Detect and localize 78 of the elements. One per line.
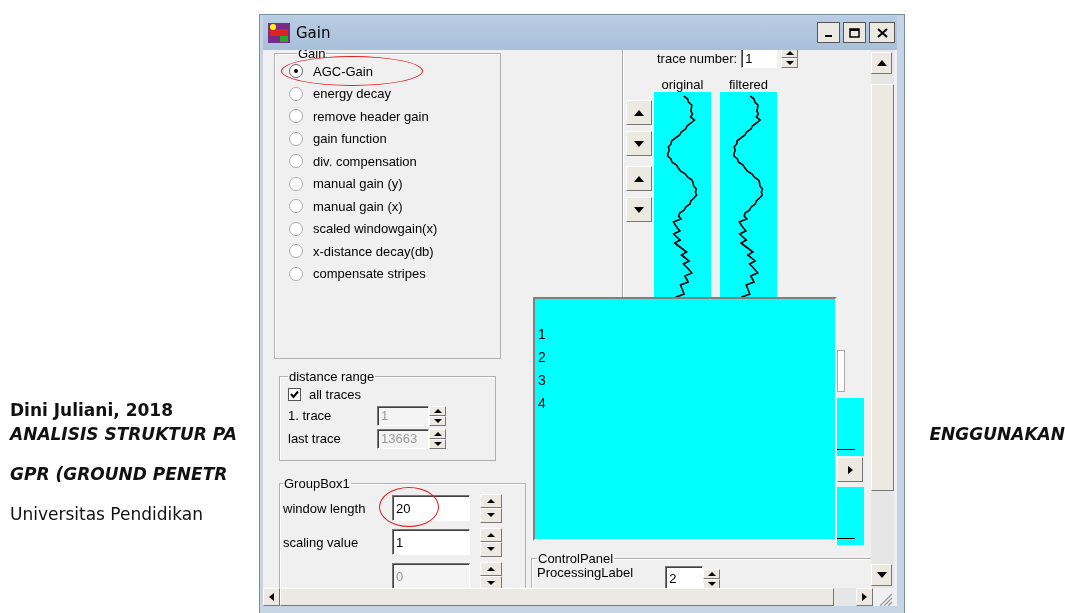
checkbox-label[interactable]: all traces <box>309 386 362 402</box>
up-button[interactable] <box>626 100 652 125</box>
list-item: 1 <box>538 326 547 344</box>
vertical-scrollbar[interactable] <box>871 50 894 588</box>
spin-up-button[interactable] <box>480 493 502 508</box>
document-text: ENGGUNAKAN <box>929 424 1065 446</box>
field-label: scaling value <box>283 534 360 550</box>
scroll-thumb[interactable] <box>871 84 894 491</box>
spin-down-button[interactable] <box>429 438 446 449</box>
option-label[interactable]: compensate stripes <box>313 266 426 282</box>
radio-button[interactable] <box>289 131 303 146</box>
spin-down-button[interactable] <box>781 58 799 68</box>
option-label[interactable]: scaled windowgain(x) <box>313 221 438 237</box>
up-button[interactable] <box>626 166 652 191</box>
radio-button[interactable] <box>289 86 303 101</box>
input-field[interactable]: 2 <box>665 566 704 588</box>
spin-up-button[interactable] <box>429 405 446 416</box>
field-label: ProcessingLabel <box>537 566 634 580</box>
checkbox[interactable] <box>288 387 301 401</box>
input-field[interactable] <box>837 350 845 392</box>
field-label: 1. trace <box>288 408 333 423</box>
option-label[interactable]: energy decay <box>313 86 392 102</box>
option-label[interactable]: x-distance decay(db) <box>313 243 434 259</box>
option-label[interactable]: manual gain (y) <box>313 176 403 192</box>
scroll-right-button[interactable] <box>856 588 873 606</box>
down-button[interactable] <box>626 197 652 222</box>
window-title: Gain <box>296 23 331 42</box>
scroll-down-button[interactable] <box>871 564 892 586</box>
right-button[interactable] <box>837 457 863 482</box>
column-heading: filtered <box>729 78 768 92</box>
app-icon <box>268 22 290 43</box>
radio-button[interactable] <box>289 221 303 236</box>
resize-grip-icon[interactable] <box>877 592 893 606</box>
list-item: 3 <box>538 372 547 390</box>
check-icon <box>290 389 299 399</box>
maximize-icon <box>849 27 860 38</box>
radio-button[interactable] <box>289 176 303 191</box>
minimize-button[interactable] <box>817 22 840 43</box>
input-field[interactable]: 1 <box>392 529 470 555</box>
minimize-icon <box>825 35 832 37</box>
document-text: ANALISIS STRUKTUR PA <box>10 424 237 446</box>
option-label[interactable]: div. compensation <box>313 153 417 169</box>
close-button[interactable] <box>869 22 895 43</box>
radio-button[interactable] <box>289 266 303 281</box>
document-text: GPR (GROUND PENETR <box>10 464 228 486</box>
group-legend: distance range <box>288 369 376 384</box>
option-label[interactable]: AGC-Gain <box>313 63 373 79</box>
scroll-up-button[interactable] <box>871 52 892 74</box>
radio-button[interactable] <box>289 64 303 79</box>
close-icon <box>876 27 888 38</box>
radio-button[interactable] <box>289 199 303 214</box>
field-label: window length <box>283 500 367 516</box>
field-label: trace number: <box>657 50 738 66</box>
spin-down-button[interactable] <box>480 508 502 523</box>
list-item: 2 <box>538 349 547 367</box>
radio-button[interactable] <box>289 109 303 124</box>
option-label[interactable]: manual gain (x) <box>313 198 403 214</box>
spin-up-button[interactable] <box>480 527 502 542</box>
spin-down-button[interactable] <box>480 542 502 557</box>
input-field[interactable]: 20 <box>392 495 470 521</box>
radio-button[interactable] <box>289 244 303 259</box>
radio-button[interactable] <box>289 154 303 169</box>
maximize-button[interactable] <box>843 22 866 43</box>
option-label[interactable]: remove header gain <box>313 108 429 124</box>
column-heading: original <box>661 78 704 92</box>
down-button[interactable] <box>626 131 652 156</box>
document-text: Universitas Pendidikan <box>10 504 204 526</box>
group-legend: GroupBox1 <box>283 476 351 491</box>
spin-up-button[interactable] <box>429 428 446 439</box>
spin-up-button[interactable] <box>703 569 721 579</box>
document-text: Dini Juliani, 2018 <box>10 400 173 422</box>
group-legend: ControlPanel <box>537 551 615 566</box>
input-field[interactable]: 1 <box>741 50 778 68</box>
field-label: last trace <box>288 431 342 446</box>
scroll-left-button[interactable] <box>263 588 280 606</box>
option-label[interactable]: gain function <box>313 131 387 147</box>
list-item: 4 <box>538 395 547 413</box>
spin-down-button[interactable] <box>429 415 446 426</box>
